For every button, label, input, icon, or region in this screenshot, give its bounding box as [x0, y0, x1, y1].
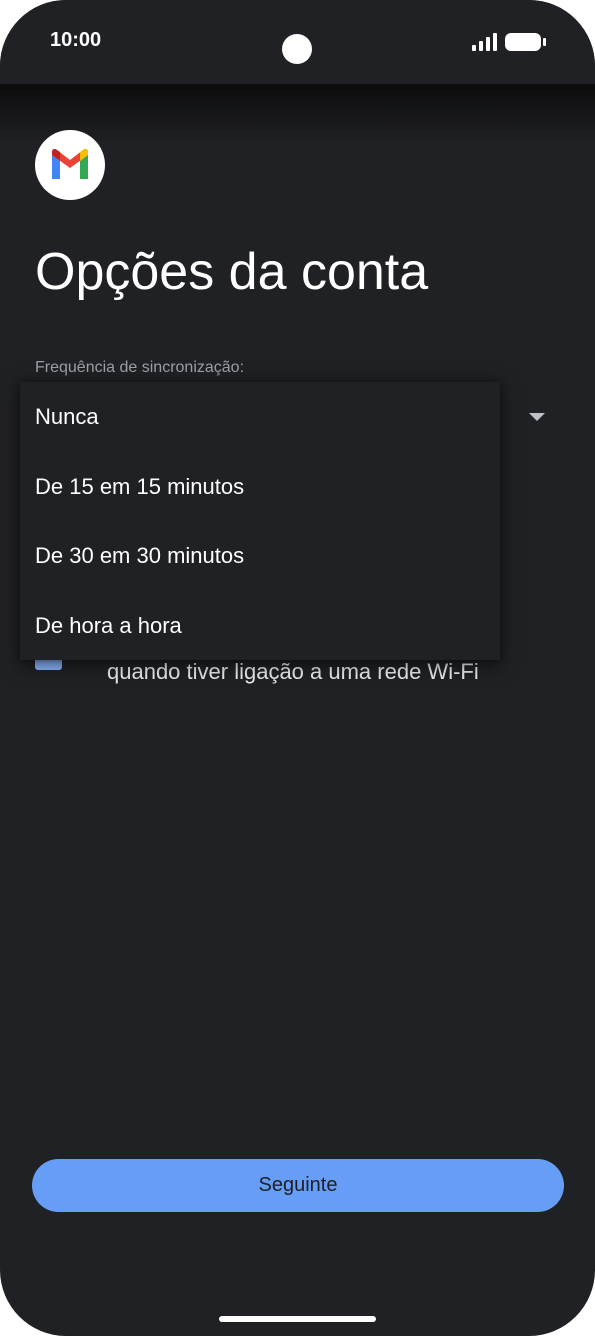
- phone-screen: 10:00 Opções da conta Frequência de sinc…: [0, 0, 595, 1336]
- menu-item-never[interactable]: Nunca: [35, 404, 99, 430]
- gmail-m-icon: [52, 149, 88, 179]
- menu-item-hourly[interactable]: De hora a hora: [35, 613, 182, 639]
- next-button[interactable]: Seguinte: [32, 1159, 564, 1212]
- status-time: 10:00: [50, 29, 102, 51]
- menu-item-15-minutes[interactable]: De 15 em 15 minutos: [35, 474, 244, 500]
- sync-frequency-menu: Nunca De 15 em 15 minutos De 30 em 30 mi…: [20, 382, 500, 660]
- home-indicator[interactable]: [219, 1316, 376, 1322]
- dropdown-arrow-icon[interactable]: [529, 413, 545, 421]
- sync-frequency-label: Frequência de sincronização:: [35, 359, 245, 376]
- wifi-only-label: quando tiver ligação a uma rede Wi-Fi: [107, 659, 479, 684]
- menu-item-30-minutes[interactable]: De 30 em 30 minutos: [35, 543, 244, 569]
- page-title: Opções da conta: [35, 243, 429, 301]
- battery-icon: [505, 33, 546, 51]
- signal-icon: [472, 33, 497, 51]
- gmail-logo-icon: [35, 130, 105, 200]
- camera-cutout: [282, 34, 312, 64]
- status-bar: 10:00: [0, 0, 595, 84]
